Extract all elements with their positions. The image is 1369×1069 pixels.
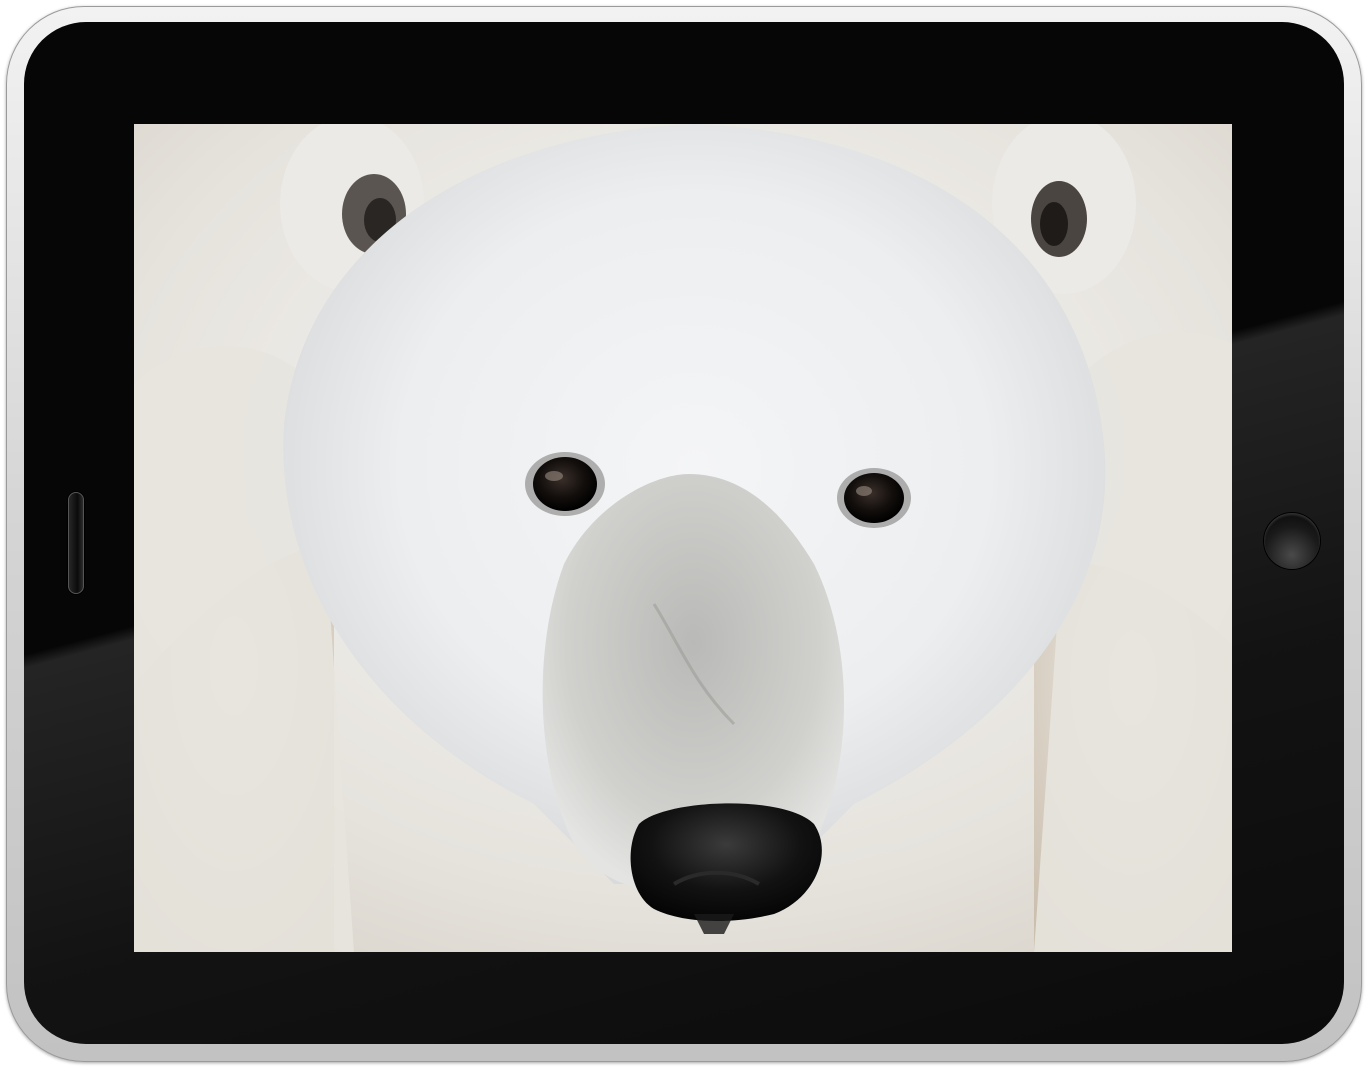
tablet-bezel xyxy=(24,22,1344,1044)
home-button-icon[interactable] xyxy=(1264,513,1320,569)
polar-bear-photo xyxy=(134,124,1232,952)
tablet-screen[interactable] xyxy=(134,124,1232,952)
tablet-frame xyxy=(6,6,1362,1062)
speaker-grille-icon xyxy=(68,492,84,594)
